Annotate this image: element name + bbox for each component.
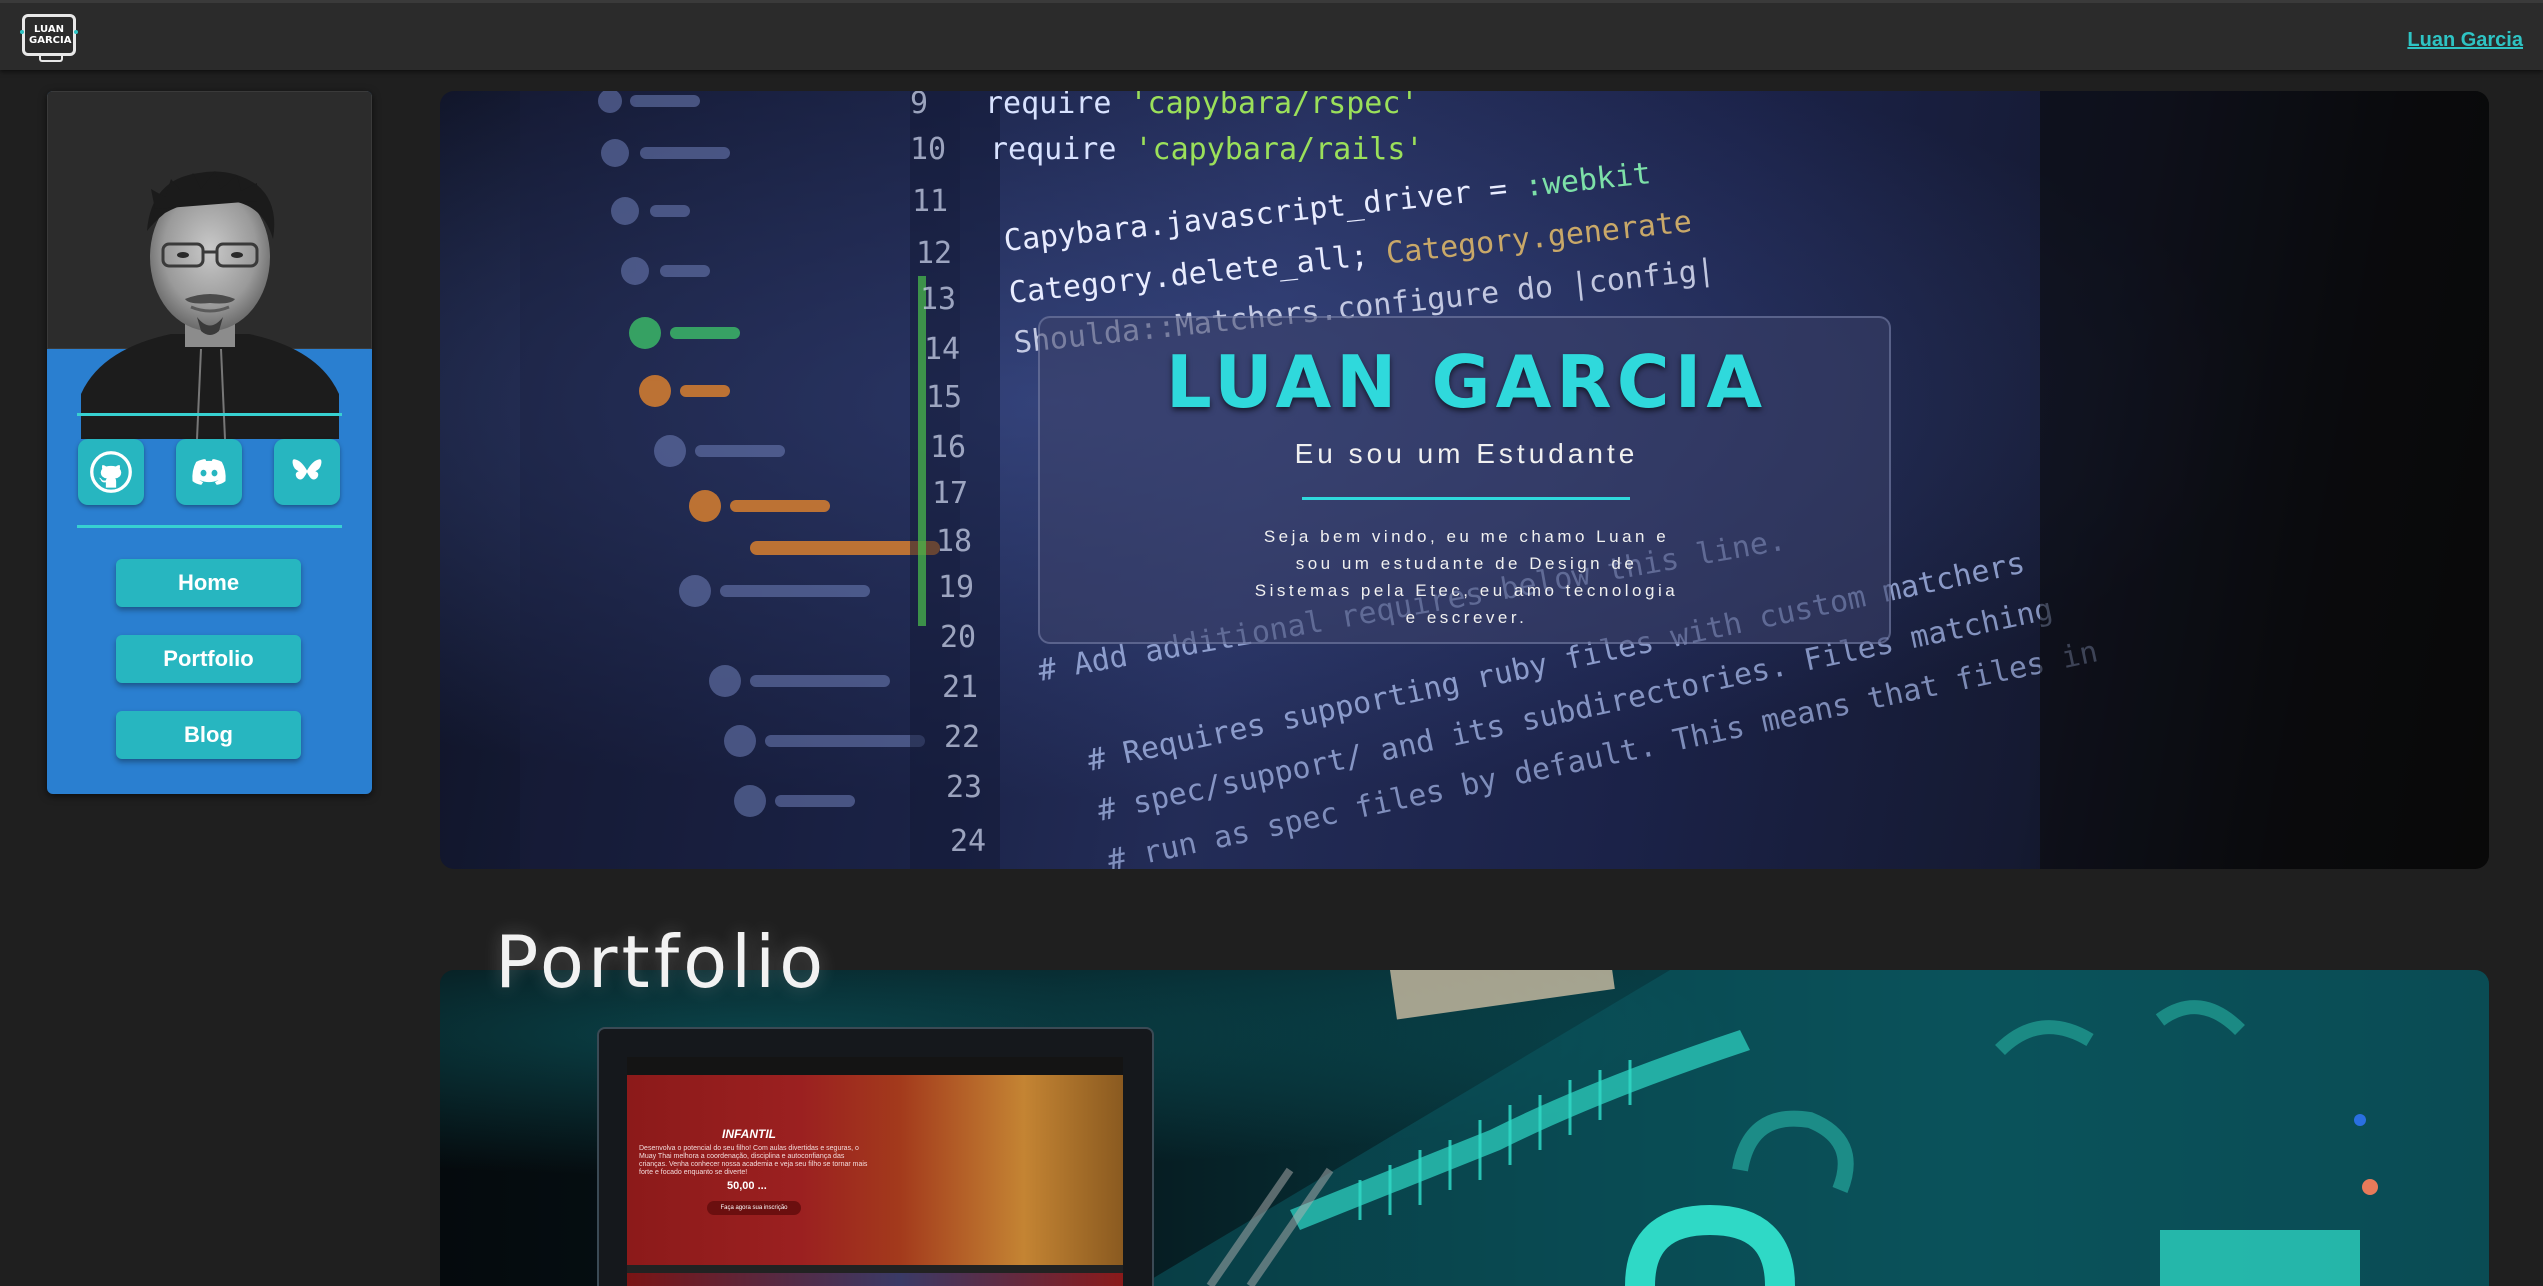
hero-intro-card: LUAN GARCIA Eu sou um Estudante Seja bem… xyxy=(1038,316,1891,644)
sidebar-divider-top xyxy=(77,413,342,416)
github-icon xyxy=(90,451,132,493)
bluesky-icon xyxy=(292,459,322,480)
preview-signup-button: Faça agora sua inscrição xyxy=(707,1201,801,1215)
sidebar-divider-bottom xyxy=(77,525,342,528)
logo-dot-left xyxy=(20,30,24,34)
svg-text:18: 18 xyxy=(936,524,972,559)
profile-sidebar: Home Portfolio Blog xyxy=(47,91,372,794)
portfolio-section-title: Portfolio xyxy=(495,920,828,1004)
hero-description: Seja bem vindo, eu me chamo Luan e sou u… xyxy=(1254,527,1679,627)
header-name-link[interactable]: Luan Garcia xyxy=(2407,29,2523,52)
svg-text:21: 21 xyxy=(942,670,978,705)
svg-text:10: 10 xyxy=(910,132,946,167)
svg-text:9: 9 xyxy=(910,91,928,121)
nav-blog-button[interactable]: Blog xyxy=(116,711,301,759)
preview-hero: INFANTIL Desenvolva o potencial do seu f… xyxy=(627,1075,1123,1265)
hero-title: LUAN GARCIA xyxy=(1165,340,1768,424)
logo-text: LUAN GARCIA xyxy=(29,24,72,46)
svg-text:19: 19 xyxy=(938,570,974,605)
svg-text:14: 14 xyxy=(924,332,960,367)
svg-text:require 'capybara/rails': require 'capybara/rails' xyxy=(990,132,1423,167)
github-button[interactable] xyxy=(78,439,144,505)
site-logo[interactable]: LUAN GARCIA xyxy=(20,14,78,62)
svg-text:require 'capybara/rspec': require 'capybara/rspec' xyxy=(985,91,1418,121)
preview-text: Desenvolva o potencial do seu filho! Com… xyxy=(639,1145,868,1176)
preview-navbar xyxy=(627,1057,1123,1075)
svg-text:23: 23 xyxy=(946,770,982,805)
svg-text:11: 11 xyxy=(912,184,948,219)
portfolio-banner: INFANTIL Desenvolva o potencial do seu f… xyxy=(440,970,2489,1286)
nav-home-button[interactable]: Home xyxy=(116,559,301,607)
hero-divider xyxy=(1302,497,1630,500)
preview-price: 50,00 ... xyxy=(727,1180,767,1192)
preview-heading: INFANTIL xyxy=(722,1127,776,1141)
discord-button[interactable] xyxy=(176,439,242,505)
nav-portfolio-button[interactable]: Portfolio xyxy=(116,635,301,683)
hero-banner: 9 10 11 12 13 14 15 16 17 18 19 20 21 22 23 24 req… xyxy=(440,91,2489,869)
svg-text:12: 12 xyxy=(916,236,952,271)
svg-text:22: 22 xyxy=(944,720,980,755)
logo-dot-right xyxy=(74,30,78,34)
svg-text:16: 16 xyxy=(930,430,966,465)
top-bar: LUAN GARCIA Luan Garcia xyxy=(0,0,2543,70)
preview-screenshot: INFANTIL Desenvolva o potencial do seu f… xyxy=(627,1057,1123,1286)
svg-text:24: 24 xyxy=(950,824,986,859)
svg-text:17: 17 xyxy=(932,476,968,511)
portfolio-project-preview[interactable]: INFANTIL Desenvolva o potencial do seu f… xyxy=(597,1027,1154,1286)
avatar xyxy=(81,171,339,439)
svg-text:20: 20 xyxy=(940,620,976,655)
hero-subtitle: Eu sou um Estudante xyxy=(1294,438,1639,469)
bluesky-button[interactable] xyxy=(274,439,340,505)
preview-second-section xyxy=(627,1273,1123,1286)
svg-text:15: 15 xyxy=(926,380,962,415)
svg-text:13: 13 xyxy=(920,282,956,317)
discord-icon xyxy=(192,459,226,485)
